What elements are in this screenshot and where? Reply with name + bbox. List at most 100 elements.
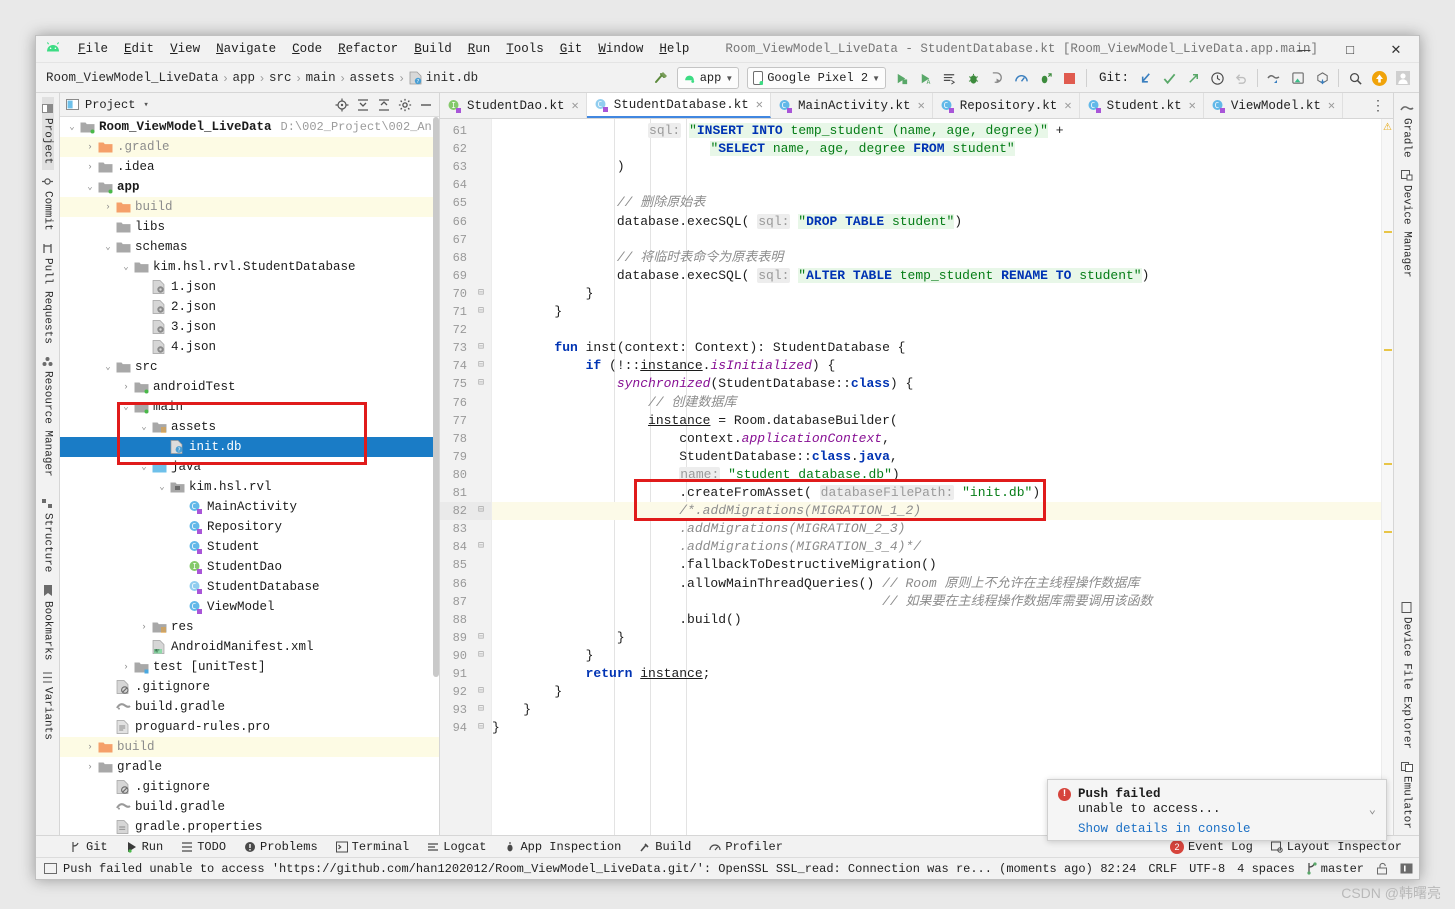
tree-row[interactable]: › .gradle	[60, 137, 439, 157]
tree-row[interactable]: › androidTest	[60, 377, 439, 397]
edit-configurations-icon[interactable]	[938, 66, 962, 90]
hammer-build-icon[interactable]	[649, 66, 673, 90]
run-icon[interactable]	[890, 66, 914, 90]
chevron-down-icon[interactable]: ⌄	[138, 422, 150, 432]
push-failed-notification[interactable]: ! Push failed unable to access... Show d…	[1047, 779, 1387, 841]
editor-tab-studentdao-kt[interactable]: I StudentDao.kt ✕	[440, 93, 587, 118]
code-fold-marker[interactable]: ⊟	[478, 538, 484, 556]
notifications-icon[interactable]	[1400, 862, 1413, 875]
close-icon[interactable]: ✕	[918, 98, 925, 113]
menu-item-run[interactable]: Run	[460, 40, 499, 58]
editor-tab-viewmodel-kt[interactable]: C ViewModel.kt ✕	[1203, 93, 1344, 118]
code-fold-marker[interactable]: ⊟	[478, 357, 484, 375]
tree-row[interactable]: ⌄ kim.hsl.rvl.StudentDatabase	[60, 257, 439, 277]
editor-tab-mainactivity-kt[interactable]: C MainActivity.kt ✕	[771, 93, 933, 118]
code-fold-marker[interactable]: ⊟	[478, 629, 484, 647]
profile-icon[interactable]	[1010, 66, 1034, 90]
code-fold-marker[interactable]: ⊟	[478, 502, 484, 520]
tool-window-todo[interactable]: TODO	[172, 840, 235, 854]
code-content[interactable]: sql: "INSERT INTO temp_student (name, ag…	[492, 119, 1381, 835]
tree-row[interactable]: › test [unitTest]	[60, 657, 439, 677]
tool-window-logcat[interactable]: Logcat	[418, 840, 495, 854]
chevron-right-icon[interactable]: ›	[84, 162, 96, 172]
close-icon[interactable]: ✕	[1189, 98, 1196, 113]
sdk-manager-icon[interactable]	[1286, 66, 1310, 90]
left-tool-pull-requests[interactable]: Pull Requests	[42, 237, 54, 350]
project-tree[interactable]: ⌄ Room_ViewModel_LiveData D:\002_Project\0…	[60, 117, 439, 835]
tool-window-problems[interactable]: Problems	[235, 840, 327, 854]
tree-row[interactable]: .gitignore	[60, 777, 439, 797]
chevron-down-icon[interactable]: ⌄	[102, 242, 114, 252]
tool-window-profiler[interactable]: Profiler	[700, 840, 792, 854]
close-icon[interactable]: ✕	[756, 97, 763, 112]
menu-item-build[interactable]: Build	[406, 40, 460, 58]
locate-icon[interactable]	[333, 96, 351, 114]
tree-row[interactable]: 3.json	[60, 317, 439, 337]
tool-window-run[interactable]: Run	[117, 840, 173, 854]
device-selector[interactable]: Google Pixel 2 ▼	[747, 67, 886, 89]
run-with-coverage-icon[interactable]: A	[914, 66, 938, 90]
chevron-right-icon[interactable]: ›	[138, 622, 150, 632]
tool-window-event-log[interactable]: 2 Event Log	[1161, 839, 1262, 854]
line-separator[interactable]: CRLF	[1148, 862, 1177, 876]
code-fold-marker[interactable]: ⊟	[478, 701, 484, 719]
editor-tab-studentdatabase-kt[interactable]: C StudentDatabase.kt ✕	[586, 93, 772, 118]
tree-row[interactable]: 4.json	[60, 337, 439, 357]
tree-row[interactable]: C MainActivity	[60, 497, 439, 517]
file-encoding[interactable]: UTF-8	[1189, 862, 1225, 876]
tree-row[interactable]: C Repository	[60, 517, 439, 537]
tree-row[interactable]: ⌄ java	[60, 457, 439, 477]
maximize-button[interactable]: □	[1327, 36, 1373, 63]
left-tool-commit[interactable]: Commit	[42, 170, 54, 237]
tree-row[interactable]: build.gradle	[60, 697, 439, 717]
menu-item-help[interactable]: Help	[651, 40, 697, 58]
close-button[interactable]: ✕	[1373, 36, 1419, 63]
tree-row[interactable]: ⌄ Room_ViewModel_LiveData D:\002_Project\0…	[60, 117, 439, 137]
menu-item-refactor[interactable]: Refactor	[330, 40, 406, 58]
lock-open-icon[interactable]	[1376, 862, 1388, 875]
breadcrumb-item-assets[interactable]: assets	[350, 71, 395, 85]
tree-row[interactable]: › build	[60, 737, 439, 757]
tree-row[interactable]: ⌄ app	[60, 177, 439, 197]
code-fold-marker[interactable]: ⊟	[478, 375, 484, 393]
menu-item-git[interactable]: Git	[552, 40, 591, 58]
search-everywhere-icon[interactable]	[1343, 66, 1367, 90]
tree-row-selected[interactable]: ? init.db	[60, 437, 439, 457]
project-scope-chevron-icon[interactable]: ▾	[143, 100, 148, 110]
tree-row[interactable]: MF AndroidManifest.xml	[60, 637, 439, 657]
minimize-button[interactable]: —	[1281, 36, 1327, 63]
debug-icon[interactable]	[962, 66, 986, 90]
code-editor[interactable]: 61 62 63 64 65 66 67 68 69 70 ⊟ 71 ⊟ 72 73 ⊟ 74 ⊟ 75 ⊟ 76 77 7…	[440, 119, 1393, 835]
tool-window-build[interactable]: Build	[630, 840, 700, 854]
tool-window-app-inspection[interactable]: App Inspection	[495, 840, 630, 854]
run-configuration-selector[interactable]: app ▼	[676, 67, 740, 89]
git-commit-icon[interactable]	[1157, 66, 1181, 90]
run-step-icon[interactable]	[986, 66, 1010, 90]
tree-row[interactable]: ⌄ schemas	[60, 237, 439, 257]
right-tool-device-file-explorer[interactable]: Device File Explorer	[1401, 596, 1413, 755]
avd-manager-icon[interactable]	[1262, 66, 1286, 90]
left-tool-variants[interactable]: Variants	[42, 666, 54, 746]
git-branch-widget[interactable]: master	[1307, 862, 1364, 876]
git-push-icon[interactable]	[1181, 66, 1205, 90]
collapse-all-icon[interactable]	[375, 96, 393, 114]
tree-row[interactable]: build.gradle	[60, 797, 439, 817]
menu-item-navigate[interactable]: Navigate	[208, 40, 284, 58]
code-fold-marker[interactable]: ⊟	[478, 285, 484, 303]
breadcrumb-item-app[interactable]: app	[233, 71, 256, 85]
chevron-right-icon[interactable]: ›	[120, 382, 132, 392]
layout-inspector-icon[interactable]	[1310, 66, 1334, 90]
code-fold-marker[interactable]: ⊟	[478, 647, 484, 665]
attach-debugger-icon[interactable]	[1034, 66, 1058, 90]
editor-tab-repository-kt[interactable]: C Repository.kt ✕	[932, 93, 1080, 118]
show-details-link[interactable]: Show details in console	[1078, 822, 1376, 836]
chevron-down-icon[interactable]: ⌄	[1369, 802, 1376, 817]
code-fold-marker[interactable]: ⊟	[478, 339, 484, 357]
tree-row[interactable]: › gradle	[60, 757, 439, 777]
chevron-right-icon[interactable]: ›	[102, 202, 114, 212]
tool-window-git[interactable]: Git	[62, 840, 117, 854]
settings-gear-icon[interactable]	[396, 96, 414, 114]
stop-icon[interactable]	[1058, 66, 1082, 90]
tree-row[interactable]: › build	[60, 197, 439, 217]
left-tool-project[interactable]: Project	[41, 97, 54, 171]
